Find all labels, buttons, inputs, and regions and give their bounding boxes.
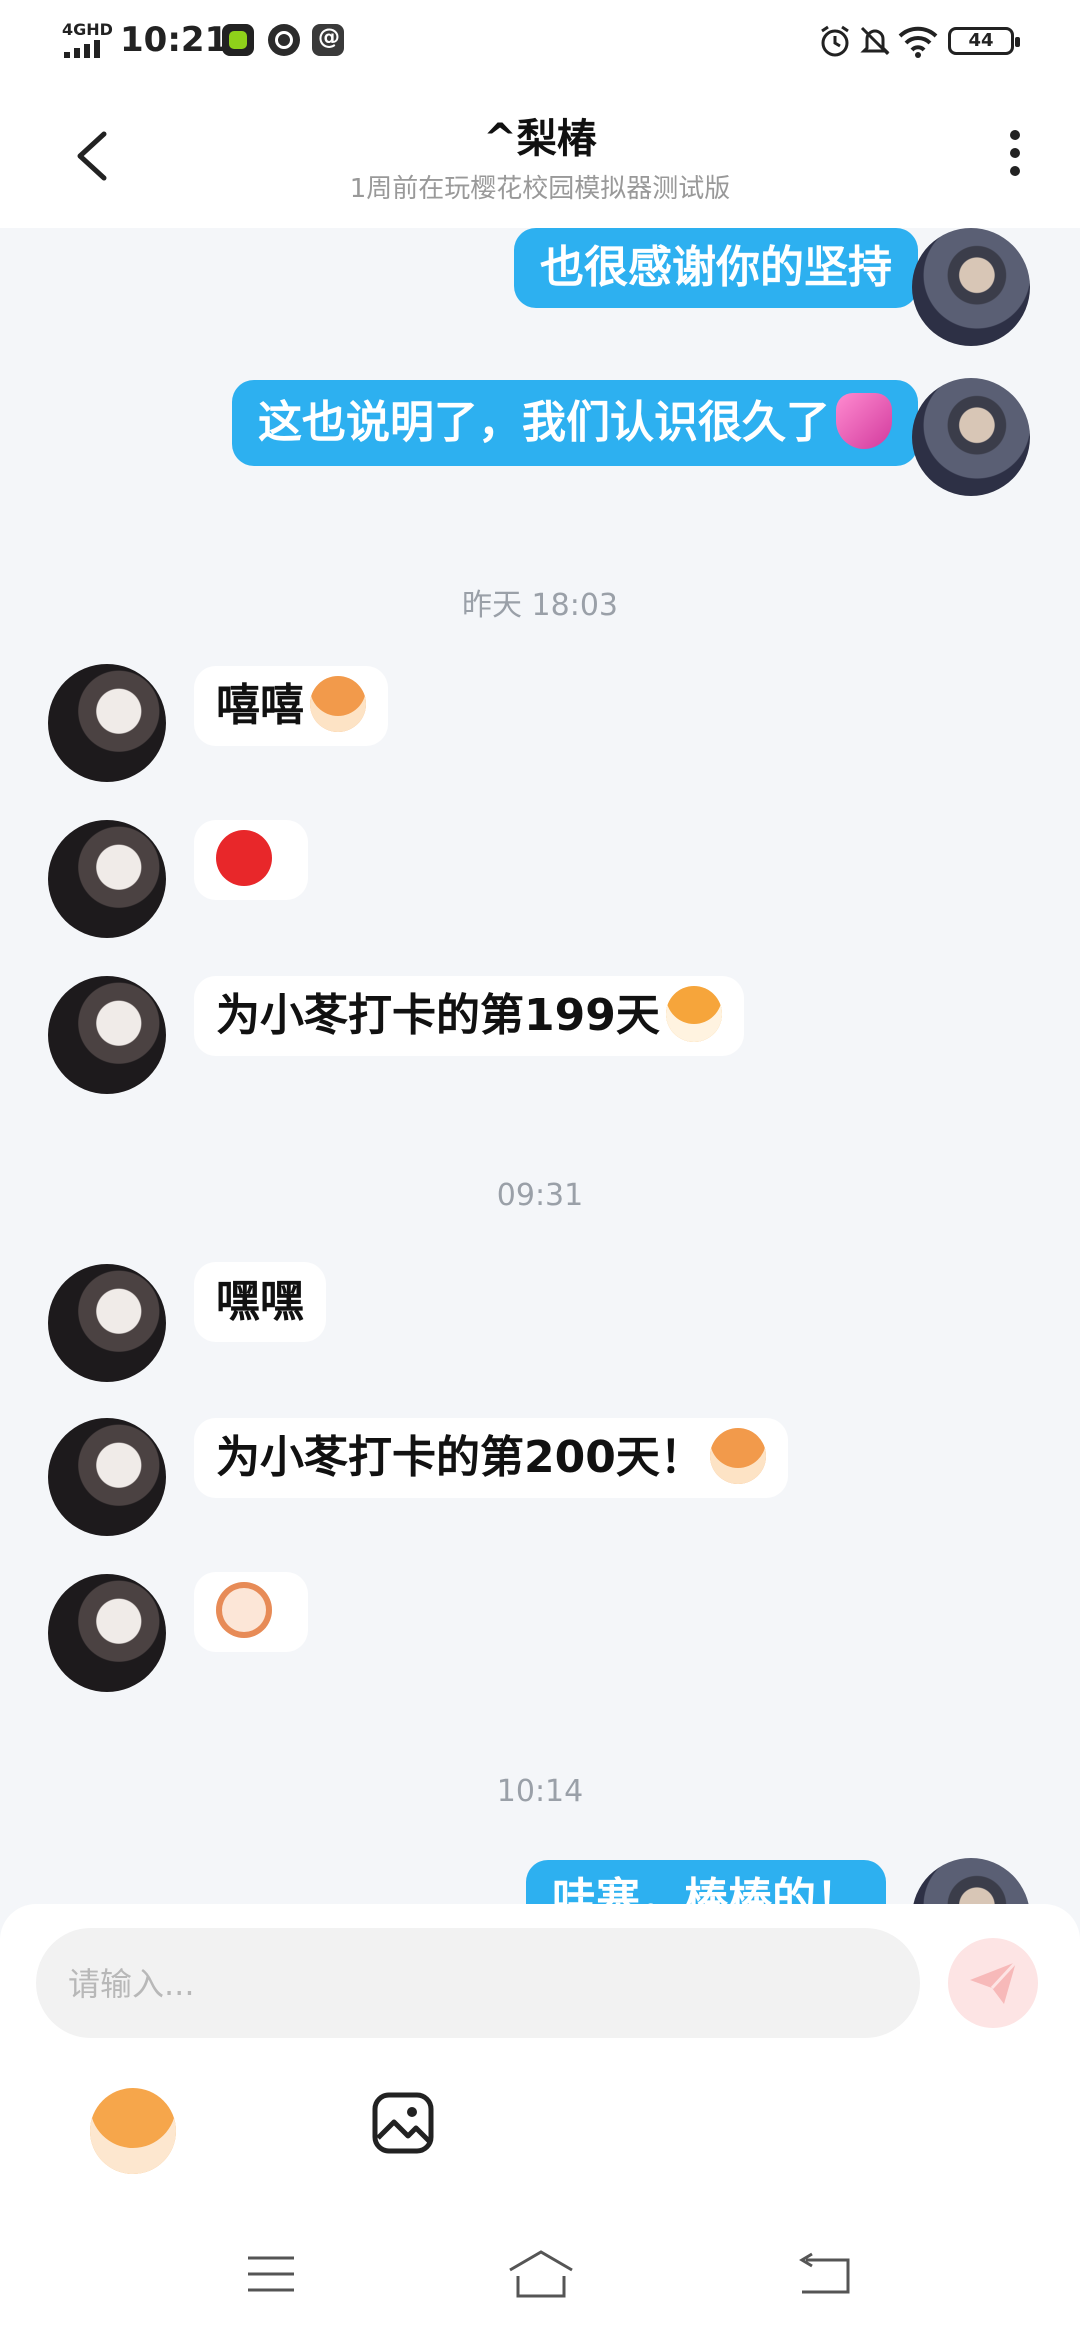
monkey-emoji-icon bbox=[310, 676, 366, 732]
qq-notification-icon bbox=[268, 24, 300, 56]
monkey-kiss-emoji-icon bbox=[709, 1428, 766, 1484]
back-nav-icon[interactable] bbox=[796, 2252, 852, 2296]
message-bubble-incoming[interactable]: 为小苳打卡的第200天！ bbox=[194, 1418, 788, 1498]
message-bubble-outgoing[interactable]: 哇塞，棒棒的！ bbox=[526, 1860, 886, 1904]
message-text: 为小苳打卡的第199天 bbox=[216, 990, 660, 1041]
message-bubble-incoming[interactable] bbox=[194, 1572, 308, 1652]
network-type: 4GHD bbox=[62, 20, 113, 39]
message-text: 为小苳打卡的第200天！ bbox=[216, 1432, 704, 1483]
timestamp: 昨天 18:03 bbox=[462, 588, 618, 623]
battery-icon: 44 bbox=[948, 27, 1020, 55]
avatar[interactable] bbox=[48, 1418, 166, 1536]
wifi-icon bbox=[898, 26, 938, 58]
message-text: 也很感谢你的坚持 bbox=[540, 242, 892, 293]
message-bubble-outgoing[interactable]: 这也说明了，我们认识很久了 bbox=[232, 380, 918, 466]
timestamp: 10:14 bbox=[496, 1774, 584, 1809]
chat-header: ^梨椿 1周前在玩樱花校园模拟器测试版 bbox=[0, 82, 1080, 228]
clock: 10:21 bbox=[120, 20, 229, 60]
app-notification-icon bbox=[222, 24, 254, 56]
contact-name: ^梨椿 bbox=[483, 116, 597, 162]
more-options-icon[interactable] bbox=[1000, 122, 1030, 192]
avatar[interactable] bbox=[48, 1264, 166, 1382]
avatar[interactable] bbox=[912, 228, 1030, 346]
sheep-sticker-icon bbox=[216, 1582, 272, 1638]
avatar[interactable] bbox=[48, 820, 166, 938]
message-bubble-outgoing[interactable]: 也很感谢你的坚持 bbox=[514, 228, 918, 308]
message-text: 嘿嘿 bbox=[216, 1276, 304, 1327]
send-button[interactable] bbox=[948, 1938, 1038, 2028]
message-text: 嘻嘻 bbox=[216, 680, 304, 731]
message-bubble-incoming[interactable] bbox=[194, 820, 308, 900]
message-bubble-incoming[interactable]: 嘻嘻 bbox=[194, 666, 388, 746]
mute-bell-icon bbox=[860, 26, 890, 56]
send-icon bbox=[970, 1960, 1018, 2004]
timestamp: 09:31 bbox=[496, 1178, 584, 1213]
battery-level: 44 bbox=[968, 30, 994, 51]
tiger-emoji-icon bbox=[665, 986, 722, 1042]
menu-icon[interactable] bbox=[246, 2254, 296, 2294]
avatar[interactable] bbox=[48, 664, 166, 782]
avatar[interactable] bbox=[48, 976, 166, 1094]
status-bar: 4GHD 10:21 44 bbox=[0, 0, 1080, 82]
message-bubble-incoming[interactable]: 为小苳打卡的第199天 bbox=[194, 976, 744, 1056]
avatar[interactable] bbox=[912, 1858, 1030, 1904]
message-input[interactable] bbox=[66, 1928, 890, 2040]
system-nav-bar bbox=[0, 2224, 1080, 2340]
home-icon[interactable] bbox=[506, 2248, 576, 2298]
message-text: 哇塞，棒棒的！ bbox=[552, 1874, 860, 1904]
message-bubble-incoming[interactable]: 嘿嘿 bbox=[194, 1262, 326, 1342]
emoji-picker-icon[interactable] bbox=[90, 2088, 176, 2174]
avatar[interactable] bbox=[912, 378, 1030, 496]
alarm-icon bbox=[821, 25, 849, 57]
heart-emoji-icon bbox=[836, 393, 892, 449]
contact-status: 1周前在玩樱花校园模拟器测试版 bbox=[349, 174, 731, 204]
message-text: 这也说明了，我们认识很久了 bbox=[258, 397, 830, 448]
message-list[interactable]: 也很感谢你的坚持 这也说明了，我们认识很久了 昨天 18:03 嘻嘻 为小苳打卡… bbox=[0, 228, 1080, 1904]
avatar[interactable] bbox=[48, 1574, 166, 1692]
image-picker-icon[interactable] bbox=[372, 2092, 434, 2154]
signal-icon bbox=[64, 40, 100, 58]
message-input-container[interactable] bbox=[36, 1928, 920, 2040]
mention-notification-icon bbox=[312, 24, 344, 56]
red-heart-sticker-icon bbox=[216, 830, 272, 886]
